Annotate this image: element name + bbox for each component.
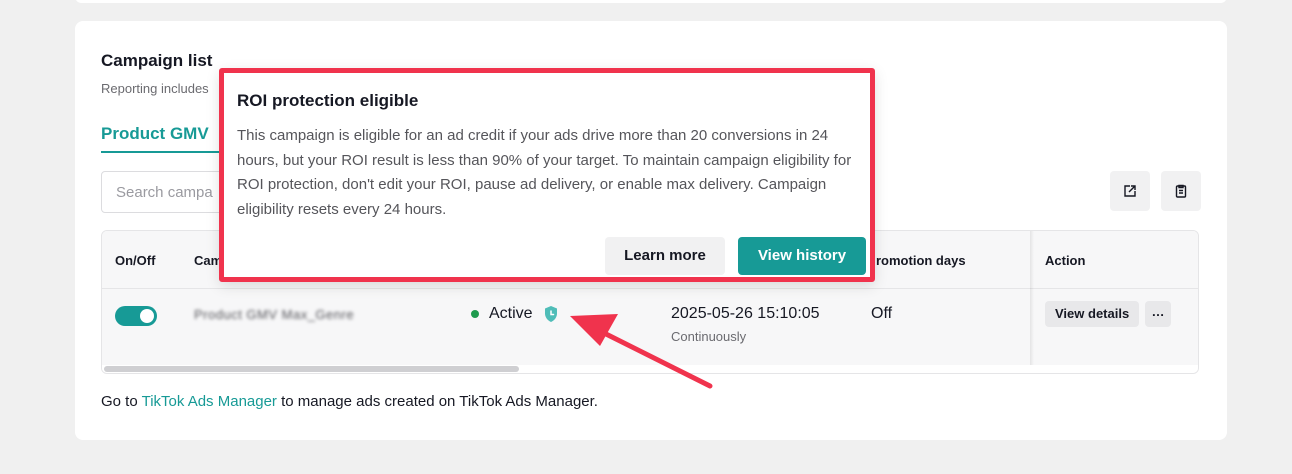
shield-clock-icon[interactable]: [543, 305, 559, 323]
report-button[interactable]: [1161, 171, 1201, 211]
tab-product-gmv[interactable]: Product GMV: [101, 124, 209, 144]
promotion-days-value: Off: [871, 305, 893, 322]
footer-prefix: Go to: [101, 393, 142, 410]
footer-suffix: to manage ads created on TikTok Ads Mana…: [276, 393, 598, 410]
status-cell: Active: [471, 305, 559, 323]
top-card: [75, 0, 1227, 3]
col-campaign: Cam: [194, 253, 223, 268]
campaign-toggle[interactable]: [115, 306, 157, 326]
footer-text: Go to TikTok Ads Manager to manage ads c…: [101, 393, 598, 410]
tab-underline: [101, 151, 221, 153]
view-details-button[interactable]: View details: [1045, 301, 1140, 327]
section-title: Campaign list: [101, 51, 213, 70]
popover-body: This campaign is eligible for an ad cred…: [237, 127, 852, 218]
learn-more-button[interactable]: Learn more: [605, 237, 725, 275]
clipboard-icon: [1175, 184, 1187, 198]
scroll-thumb[interactable]: [104, 366, 519, 372]
sticky-column-shadow: [1030, 231, 1034, 365]
annotation-arrow-icon: [570, 314, 713, 389]
more-options-button[interactable]: …: [1145, 301, 1171, 327]
active-dot: [471, 310, 479, 318]
roi-protection-popover: ROI protection eligible This campaign is…: [219, 68, 875, 282]
export-button[interactable]: [1110, 171, 1150, 211]
export-icon: [1124, 185, 1136, 197]
col-action: Action: [1045, 253, 1086, 268]
section-subtitle: Reporting includes: [101, 81, 209, 96]
col-promotion-days: romotion days: [876, 253, 966, 268]
ads-manager-link[interactable]: TikTok Ads Manager: [142, 393, 277, 410]
view-history-button[interactable]: View history: [738, 237, 866, 275]
campaign-name[interactable]: Product GMV Max_Genre: [194, 307, 354, 322]
status-label: Active: [489, 305, 533, 322]
col-onoff: On/Off: [115, 253, 156, 268]
popover-title: ROI protection eligible: [237, 91, 419, 110]
